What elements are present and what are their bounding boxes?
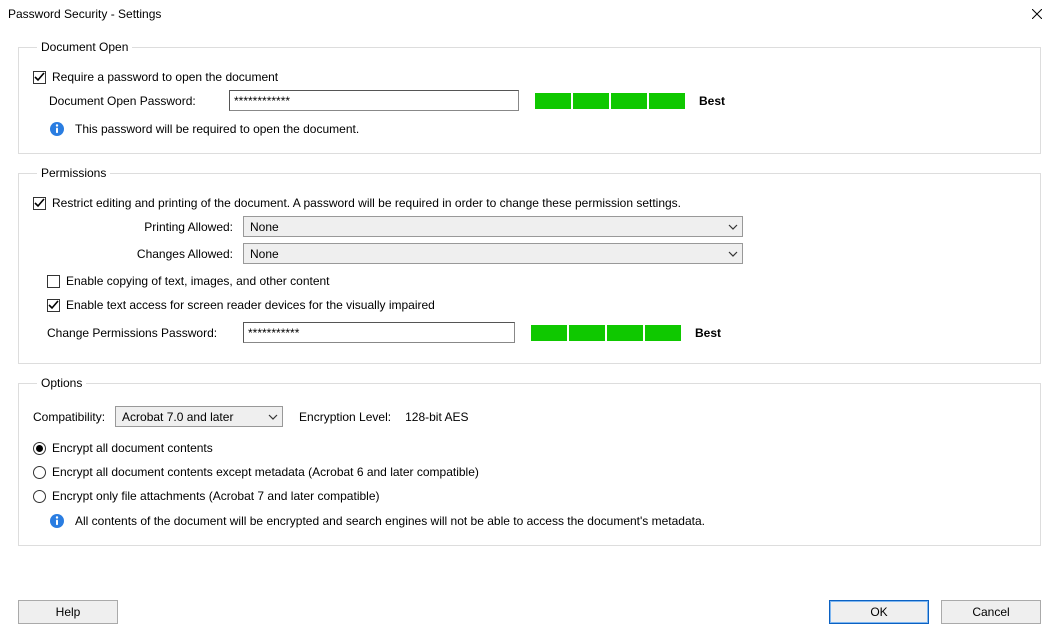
chevron-down-icon [728, 222, 738, 232]
close-icon [1032, 9, 1042, 19]
printing-allowed-select[interactable]: None [243, 216, 743, 237]
document-open-group: Document Open Require a password to open… [18, 40, 1041, 154]
permissions-legend: Permissions [37, 166, 110, 180]
require-password-checkbox[interactable] [33, 71, 46, 84]
check-icon [48, 300, 59, 311]
restrict-editing-checkbox[interactable] [33, 197, 46, 210]
printing-allowed-value: None [250, 220, 279, 234]
changes-allowed-value: None [250, 247, 279, 261]
change-permissions-password-input[interactable] [243, 322, 515, 343]
check-icon [34, 198, 45, 209]
cancel-button[interactable]: Cancel [941, 600, 1041, 624]
options-legend: Options [37, 376, 86, 390]
changes-allowed-label: Changes Allowed: [43, 247, 243, 261]
info-icon [49, 513, 65, 529]
encrypt-all-label: Encrypt all document contents [52, 441, 213, 455]
restrict-editing-label: Restrict editing and printing of the doc… [52, 196, 681, 210]
enable-screenreader-label: Enable text access for screen reader dev… [66, 298, 435, 312]
encrypt-attachments-radio[interactable] [33, 490, 46, 503]
open-password-label: Document Open Password: [49, 94, 229, 108]
dialog-footer: Help OK Cancel [0, 590, 1059, 638]
options-info-text: All contents of the document will be enc… [75, 514, 705, 528]
compatibility-select[interactable]: Acrobat 7.0 and later [115, 406, 283, 427]
ok-button[interactable]: OK [829, 600, 929, 624]
compatibility-label: Compatibility: [33, 410, 105, 424]
options-group: Options Compatibility: Acrobat 7.0 and l… [18, 376, 1041, 546]
encrypt-all-radio[interactable] [33, 442, 46, 455]
encrypt-except-metadata-label: Encrypt all document contents except met… [52, 465, 479, 479]
chevron-down-icon [268, 412, 278, 422]
enable-screenreader-checkbox[interactable] [47, 299, 60, 312]
info-icon [49, 121, 65, 137]
help-button[interactable]: Help [18, 600, 118, 624]
open-password-strength-label: Best [699, 94, 725, 108]
compatibility-value: Acrobat 7.0 and later [122, 410, 233, 424]
encryption-level-label: Encryption Level: [299, 410, 391, 424]
permissions-group: Permissions Restrict editing and printin… [18, 166, 1041, 364]
enable-copying-label: Enable copying of text, images, and othe… [66, 274, 330, 288]
encryption-level-value: 128-bit AES [405, 410, 468, 424]
open-password-input[interactable] [229, 90, 519, 111]
permissions-password-strength-label: Best [695, 326, 721, 340]
change-permissions-password-label: Change Permissions Password: [47, 326, 243, 340]
changes-allowed-select[interactable]: None [243, 243, 743, 264]
printing-allowed-label: Printing Allowed: [43, 220, 243, 234]
document-open-legend: Document Open [37, 40, 132, 54]
require-password-label: Require a password to open the document [52, 70, 278, 84]
open-password-strength-meter [535, 93, 685, 109]
check-icon [34, 72, 45, 83]
enable-copying-checkbox[interactable] [47, 275, 60, 288]
permissions-password-strength-meter [531, 325, 681, 341]
close-button[interactable] [1015, 0, 1059, 28]
encrypt-except-metadata-radio[interactable] [33, 466, 46, 479]
open-password-info-text: This password will be required to open t… [75, 122, 359, 136]
encrypt-attachments-label: Encrypt only file attachments (Acrobat 7… [52, 489, 380, 503]
chevron-down-icon [728, 249, 738, 259]
window-title: Password Security - Settings [8, 7, 161, 21]
titlebar: Password Security - Settings [0, 0, 1059, 28]
